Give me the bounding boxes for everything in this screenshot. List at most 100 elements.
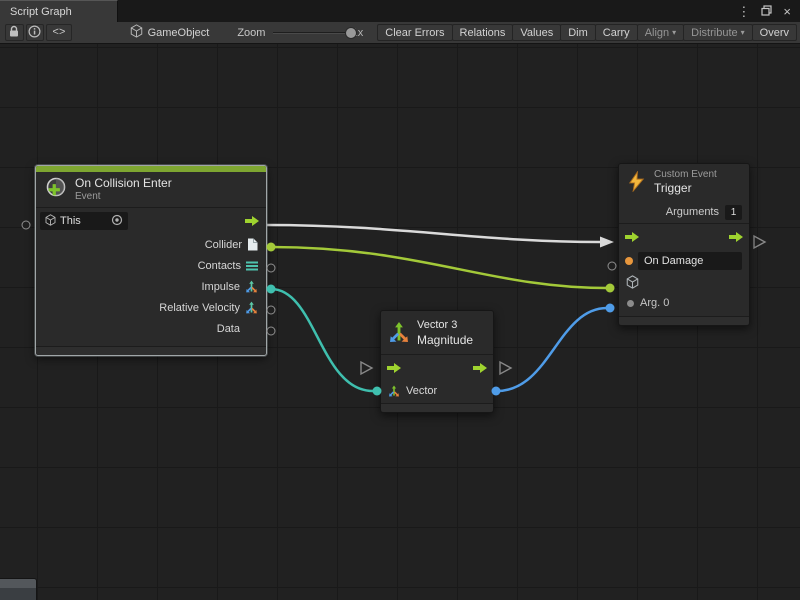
chevron-down-icon: ▾ bbox=[672, 26, 676, 40]
vector3-icon bbox=[388, 321, 410, 346]
node-footer bbox=[381, 403, 493, 412]
flow-out-arrow-icon[interactable] bbox=[244, 215, 260, 227]
port-row-vector[interactable]: Vector bbox=[381, 380, 493, 401]
port-row-arg0[interactable]: Arg. 0 bbox=[619, 293, 749, 313]
info-button[interactable] bbox=[26, 24, 45, 41]
port-vector-input[interactable] bbox=[373, 387, 382, 396]
target-picker-icon[interactable] bbox=[111, 214, 123, 229]
tab-script-graph[interactable]: Script Graph bbox=[0, 0, 118, 22]
graph-toolbar: <> GameObject Zoom 1x Clear Errors Relat… bbox=[0, 22, 800, 44]
port-label: Vector bbox=[406, 385, 437, 397]
cube-icon bbox=[626, 275, 639, 292]
port-row-data[interactable]: Data bbox=[36, 318, 266, 339]
node-vector3-magnitude[interactable]: Vector 3 Magnitude Vector bbox=[380, 310, 494, 413]
window-menu-icon[interactable]: ⋮ bbox=[737, 5, 750, 18]
overview-button[interactable]: Overv bbox=[752, 24, 797, 41]
port-data-output[interactable] bbox=[267, 327, 276, 336]
wire-magnitude-blue[interactable] bbox=[497, 308, 607, 391]
distribute-dropdown[interactable]: Distribute ▾ bbox=[683, 24, 752, 41]
port-label: Data bbox=[217, 323, 240, 335]
window-titlebar: Script Graph ⋮ × bbox=[0, 0, 800, 22]
dim-button[interactable]: Dim bbox=[560, 24, 596, 41]
flow-in-triangle-vector[interactable] bbox=[361, 362, 372, 374]
port-row-collider[interactable]: Collider bbox=[36, 234, 266, 255]
string-dot-icon bbox=[625, 257, 633, 265]
node-title: Trigger bbox=[654, 181, 717, 196]
tab-label: Script Graph bbox=[10, 6, 72, 18]
value-dot-icon bbox=[627, 300, 634, 307]
zoom-slider[interactable] bbox=[273, 26, 346, 40]
code-view-button[interactable]: <> bbox=[46, 24, 71, 41]
flow-out-arrow-icon[interactable] bbox=[728, 231, 744, 243]
node-type-label: Custom Event bbox=[654, 169, 717, 181]
port-collider-output[interactable] bbox=[267, 243, 276, 252]
port-label: Arg. 0 bbox=[640, 297, 669, 309]
carry-button[interactable]: Carry bbox=[595, 24, 638, 41]
wire-collider-green[interactable] bbox=[271, 247, 606, 288]
vector3-icon bbox=[245, 280, 258, 293]
info-icon bbox=[28, 25, 41, 41]
port-event-name-input[interactable] bbox=[608, 262, 617, 271]
flow-out-triangle-trigger[interactable] bbox=[754, 236, 765, 248]
arguments-field[interactable]: 1 bbox=[725, 205, 742, 220]
port-contacts-output[interactable] bbox=[267, 264, 276, 273]
port-arg0-input[interactable] bbox=[606, 304, 615, 313]
gameobject-selector[interactable]: GameObject bbox=[130, 24, 210, 41]
flow-out-triangle-vector[interactable] bbox=[500, 362, 511, 374]
wire-impulse-teal[interactable] bbox=[271, 289, 373, 391]
node-title: On Collision Enter bbox=[75, 176, 172, 191]
node-type-label: Vector 3 bbox=[417, 318, 473, 333]
values-button[interactable]: Values bbox=[512, 24, 561, 41]
lock-button[interactable] bbox=[5, 24, 24, 41]
target-dropdown[interactable]: This bbox=[40, 212, 128, 230]
port-collision-input[interactable] bbox=[22, 221, 31, 230]
node-footer bbox=[619, 316, 749, 325]
partial-node[interactable] bbox=[0, 578, 37, 600]
port-row-impulse[interactable]: Impulse bbox=[36, 276, 266, 297]
target-value: This bbox=[60, 215, 81, 227]
port-row-contacts[interactable]: Contacts bbox=[36, 255, 266, 276]
window-close-icon[interactable]: × bbox=[783, 5, 791, 18]
wire-flow-white[interactable] bbox=[267, 225, 600, 242]
vector3-icon bbox=[388, 385, 400, 397]
port-magnitude-output[interactable] bbox=[492, 387, 501, 396]
port-row-relative-velocity[interactable]: Relative Velocity bbox=[36, 297, 266, 318]
node-title: Magnitude bbox=[417, 333, 473, 348]
node-custom-event-trigger[interactable]: Custom Event Trigger Arguments 1 On Dama… bbox=[618, 163, 750, 326]
distribute-label: Distribute bbox=[691, 26, 737, 40]
collision-event-icon bbox=[44, 176, 68, 203]
cube-icon bbox=[45, 214, 56, 229]
list-icon bbox=[246, 261, 258, 271]
document-icon bbox=[247, 238, 258, 251]
port-label: Relative Velocity bbox=[159, 302, 240, 314]
graph-canvas[interactable]: On Collision Enter Event This Collider bbox=[0, 44, 800, 600]
port-impulse-output[interactable] bbox=[267, 285, 276, 294]
event-name-field[interactable]: On Damage bbox=[638, 252, 742, 270]
node-on-collision-enter[interactable]: On Collision Enter Event This Collider bbox=[35, 165, 267, 356]
zoom-slider-handle[interactable] bbox=[345, 27, 357, 39]
flow-in-arrow-icon[interactable] bbox=[386, 362, 402, 374]
window-restore-icon[interactable] bbox=[761, 5, 772, 18]
flow-out-arrow-icon[interactable] bbox=[472, 362, 488, 374]
lock-icon bbox=[8, 25, 20, 41]
lightning-icon bbox=[626, 171, 647, 195]
port-relative-velocity-output[interactable] bbox=[267, 306, 276, 315]
relations-button[interactable]: Relations bbox=[452, 24, 514, 41]
port-trigger-target-input[interactable] bbox=[606, 284, 615, 293]
port-label: Contacts bbox=[198, 260, 241, 272]
code-icon: <> bbox=[52, 27, 65, 39]
clear-errors-button[interactable]: Clear Errors bbox=[377, 24, 452, 41]
zoom-label: Zoom bbox=[237, 27, 265, 39]
node-footer bbox=[36, 346, 266, 355]
flow-in-arrow-icon[interactable] bbox=[624, 231, 640, 243]
gameobject-label: GameObject bbox=[148, 27, 210, 39]
align-dropdown[interactable]: Align ▾ bbox=[637, 24, 684, 41]
chevron-down-icon: ▾ bbox=[741, 26, 745, 40]
port-row-target[interactable] bbox=[619, 273, 749, 293]
vector3-icon bbox=[245, 301, 258, 314]
cube-icon bbox=[130, 24, 143, 41]
port-label: Collider bbox=[205, 239, 242, 251]
arguments-label: Arguments bbox=[666, 206, 719, 218]
node-subtitle: Event bbox=[75, 191, 172, 203]
wire-flow-arrowhead bbox=[600, 237, 614, 248]
